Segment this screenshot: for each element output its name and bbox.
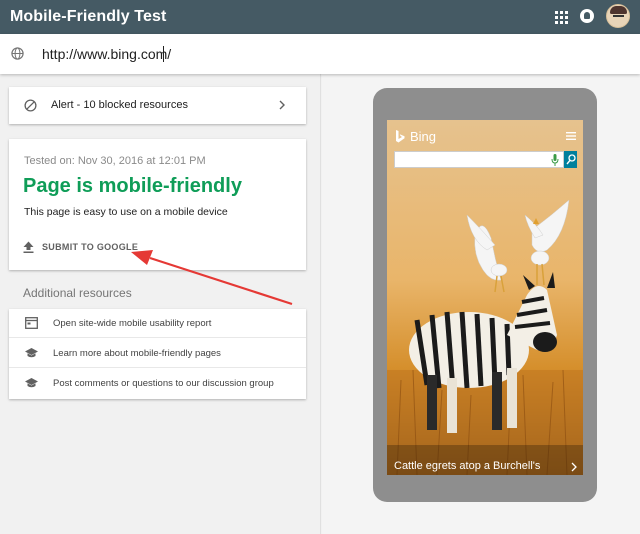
school-icon — [25, 348, 38, 358]
notification-bell-icon[interactable] — [580, 9, 594, 23]
report-icon — [25, 317, 38, 329]
phone-screen-preview[interactable]: Bing Cattle egrets atop a Burchell's — [387, 120, 583, 475]
app-title: Mobile-Friendly Test — [10, 8, 167, 25]
text-caret — [163, 46, 164, 62]
preview-background-image — [387, 120, 583, 475]
app-bar: Mobile-Friendly Test — [0, 0, 640, 34]
result-description: This page is easy to use on a mobile dev… — [24, 206, 228, 218]
resource-label: Learn more about mobile-friendly pages — [53, 348, 221, 359]
result-card: Tested on: Nov 30, 2016 at 12:01 PM Page… — [9, 139, 306, 270]
tested-on-timestamp: Tested on: Nov 30, 2016 at 12:01 PM — [24, 155, 206, 167]
alert-text: Alert - 10 blocked resources — [51, 99, 188, 111]
chevron-right-icon[interactable] — [571, 462, 577, 472]
blocked-icon — [24, 99, 37, 112]
preview-search-button[interactable] — [564, 151, 577, 168]
microphone-icon[interactable] — [551, 154, 559, 166]
url-bar — [0, 34, 640, 74]
additional-resources-list: Open site-wide mobile usability report L… — [9, 309, 306, 399]
user-avatar-icon[interactable] — [606, 4, 630, 28]
upload-icon — [23, 241, 34, 253]
app-bar-actions — [555, 4, 630, 28]
phone-frame: Bing Cattle egrets atop a Burchell's — [373, 88, 597, 502]
bing-site-name: Bing — [410, 129, 437, 144]
submit-to-google-button[interactable]: SUBMIT TO GOOGLE — [23, 239, 138, 255]
results-panel: Alert - 10 blocked resources Tested on: … — [0, 74, 321, 534]
preview-image-caption: Cattle egrets atop a Burchell's — [394, 460, 541, 472]
bing-b-icon — [396, 130, 405, 143]
apps-grid-icon[interactable] — [555, 10, 568, 24]
url-input[interactable] — [42, 44, 342, 64]
blocked-resources-alert[interactable]: Alert - 10 blocked resources — [9, 87, 306, 124]
additional-resources-heading: Additional resources — [23, 286, 132, 300]
globe-icon — [11, 47, 24, 60]
preview-panel: Bing Cattle egrets atop a Burchell's — [322, 74, 640, 534]
result-title: Page is mobile-friendly — [23, 175, 242, 197]
school-icon — [25, 378, 38, 388]
submit-label: SUBMIT TO GOOGLE — [42, 242, 139, 252]
bing-logo: Bing — [395, 129, 436, 144]
search-icon — [566, 154, 576, 165]
resource-label: Post comments or questions to our discus… — [53, 378, 274, 389]
preview-search-input[interactable] — [394, 151, 564, 168]
resource-label: Open site-wide mobile usability report — [53, 318, 212, 329]
resource-discussion-group[interactable]: Post comments or questions to our discus… — [9, 369, 306, 398]
resource-usability-report[interactable]: Open site-wide mobile usability report — [9, 309, 306, 338]
chevron-right-icon — [279, 100, 285, 110]
resource-learn-more[interactable]: Learn more about mobile-friendly pages — [9, 339, 306, 368]
hamburger-menu-icon[interactable] — [566, 132, 576, 140]
